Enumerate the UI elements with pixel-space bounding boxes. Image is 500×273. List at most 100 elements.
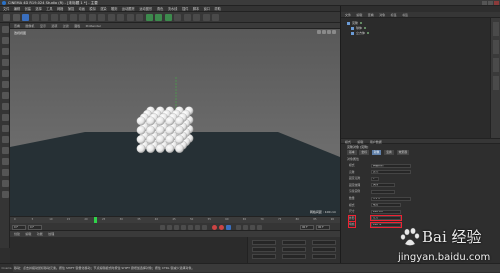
visibility-dot-icon[interactable] <box>364 27 367 29</box>
prev-key-button[interactable] <box>167 224 172 230</box>
toolbar-button[interactable] <box>31 14 39 21</box>
timeline[interactable]: 0 5 10 15 20 25 30 35 40 45 50 55 60 65 70 75 80 85 90 <box>10 216 340 224</box>
tool-icon[interactable] <box>1 92 9 99</box>
sphere-clone <box>146 116 156 126</box>
toolbar-button[interactable] <box>79 14 86 21</box>
tool-icon[interactable] <box>1 37 9 44</box>
prev-frame-button[interactable] <box>174 224 179 230</box>
attribute-value-field[interactable]: 关闭 <box>371 183 395 188</box>
keyframe-scale-button[interactable] <box>250 224 255 230</box>
toolbar-button[interactable] <box>155 14 162 21</box>
close-button[interactable] <box>494 1 499 5</box>
record-button[interactable] <box>212 224 217 230</box>
tool-icon[interactable] <box>1 103 9 110</box>
tool-icon[interactable] <box>1 191 9 198</box>
keyframe-param-button[interactable] <box>257 224 262 230</box>
visibility-dot-icon[interactable] <box>360 22 363 24</box>
go-start-button[interactable] <box>160 224 165 230</box>
current-frame-field[interactable]: 0 F <box>28 224 42 230</box>
attribute-tab[interactable]: 对象 <box>371 150 382 155</box>
end-frame-field[interactable]: 90 F <box>300 224 314 230</box>
toolbar-button[interactable] <box>145 14 153 21</box>
toolbar-button[interactable] <box>22 14 29 21</box>
attribute-value-field[interactable]: 3 3 3 <box>371 196 411 201</box>
attribute-tab[interactable]: 坐标 <box>359 150 369 155</box>
preview-end-field[interactable]: 90 F <box>316 224 330 230</box>
toolbar-button[interactable] <box>107 14 115 21</box>
side-tab[interactable] <box>493 76 499 90</box>
attribute-tab[interactable]: 变换 <box>384 150 394 155</box>
sphere-clone <box>165 125 175 135</box>
left-toolbar <box>0 23 10 248</box>
toolbar-button[interactable] <box>50 14 58 21</box>
tool-icon[interactable] <box>1 81 9 88</box>
go-end-button[interactable] <box>202 224 207 230</box>
keyframe-rotate-button[interactable] <box>243 224 248 230</box>
key-selection-button[interactable] <box>226 224 231 230</box>
side-tab[interactable] <box>493 58 499 72</box>
attribute-value-field[interactable]: 迭代 <box>371 170 411 175</box>
object-list[interactable]: 克隆 球体 立方体 <box>341 18 491 138</box>
toolbar-button[interactable] <box>88 14 96 21</box>
attribute-value-field[interactable]: 网格排列 <box>371 163 411 168</box>
toolbar-button[interactable] <box>202 14 210 21</box>
toolbar-button[interactable] <box>212 14 219 21</box>
viewport[interactable]: 透视视图 网格间距 : 100 cm <box>10 29 340 216</box>
timeline-tick: 70 <box>260 218 264 221</box>
attribute-row: 数量 3 3 3 <box>345 196 495 201</box>
attribute-value-field[interactable]: 立方 <box>370 215 402 222</box>
attribute-tab[interactable]: 基本 <box>347 150 357 155</box>
visibility-dot-icon[interactable] <box>367 32 370 34</box>
side-tab[interactable] <box>493 22 499 36</box>
start-frame-field[interactable]: 0 F <box>12 224 26 230</box>
tool-icon[interactable] <box>1 59 9 66</box>
toolbar-button[interactable] <box>41 14 48 21</box>
attribute-row: 模式 网格排列 <box>345 163 495 168</box>
tool-icon[interactable] <box>1 136 9 143</box>
sphere-clone <box>155 125 165 135</box>
tool-icon[interactable] <box>1 48 9 55</box>
attribute-value-field[interactable]: 200 cm <box>371 209 401 214</box>
play-button[interactable] <box>181 224 186 230</box>
tool-icon[interactable] <box>1 147 9 154</box>
tool-icon[interactable] <box>1 114 9 121</box>
toolbar-button[interactable] <box>60 14 67 21</box>
tool-icon[interactable] <box>1 26 9 33</box>
tool-icon[interactable] <box>1 125 9 132</box>
keyframe-move-button[interactable] <box>236 224 241 230</box>
tool-icon[interactable] <box>1 70 9 77</box>
toolbar-button[interactable] <box>174 14 181 21</box>
toolbar-button[interactable] <box>136 14 143 21</box>
toolbar-button[interactable] <box>183 14 191 21</box>
toolbar-button[interactable] <box>3 14 10 21</box>
attribute-value-field[interactable]: ✓ <box>371 176 379 181</box>
toolbar-button[interactable] <box>12 14 20 21</box>
attribute-tab[interactable]: 效果器 <box>396 150 409 155</box>
timeline-tick: 35 <box>137 218 141 221</box>
object-row[interactable]: 立方体 <box>351 31 370 36</box>
toolbar-button[interactable] <box>164 14 172 21</box>
toolbar-button[interactable] <box>126 14 134 21</box>
toolbar-button[interactable] <box>117 14 124 21</box>
auto-key-button[interactable] <box>219 224 224 230</box>
attribute-value-field[interactable] <box>371 189 395 194</box>
toolbar-button[interactable] <box>98 14 105 21</box>
attribute-label: 模式 <box>349 202 355 207</box>
attribute-menu-item[interactable]: 用户数据 <box>370 139 382 145</box>
attribute-label: 填充 <box>348 221 356 229</box>
tool-icon[interactable] <box>1 180 9 187</box>
toolbar-button[interactable] <box>193 14 200 21</box>
material-manager[interactable] <box>10 237 247 263</box>
side-tab[interactable] <box>493 40 499 54</box>
minimize-button[interactable] <box>482 1 487 5</box>
maximize-button[interactable] <box>488 1 493 5</box>
sphere-clone <box>146 125 156 135</box>
next-frame-button[interactable] <box>188 224 193 230</box>
side-tabs[interactable] <box>490 18 500 138</box>
tool-icon[interactable] <box>1 169 9 176</box>
attribute-value-field[interactable]: 端点 <box>371 203 401 208</box>
tool-icon[interactable] <box>1 158 9 165</box>
viewport-nav-icons[interactable] <box>316 30 338 35</box>
next-key-button[interactable] <box>195 224 200 230</box>
toolbar-button[interactable] <box>69 14 77 21</box>
